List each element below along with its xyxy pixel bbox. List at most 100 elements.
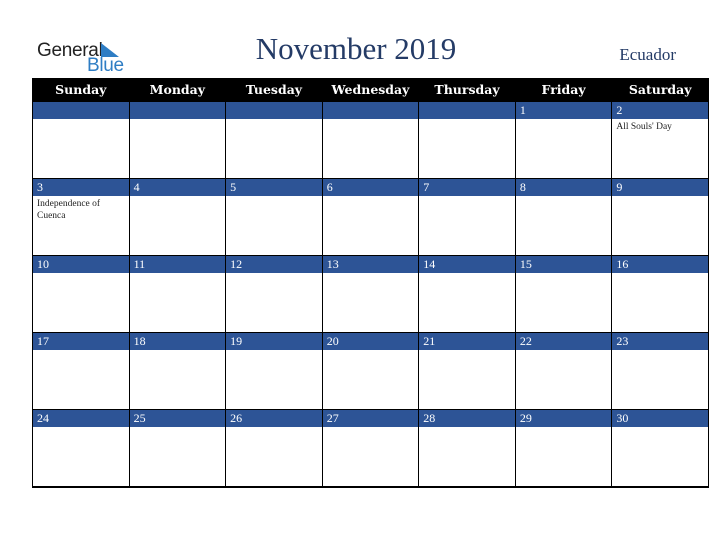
day-cell[interactable]	[418, 101, 516, 179]
weekday-header: Wednesday	[321, 78, 420, 102]
day-cell[interactable]: 16	[611, 255, 709, 333]
day-number: 20	[322, 333, 419, 350]
day-cell[interactable]	[32, 101, 130, 179]
day-cell[interactable]: 28	[418, 409, 516, 488]
day-number: 3	[33, 179, 129, 196]
holiday-label	[516, 350, 602, 354]
day-cell[interactable]: 12	[225, 255, 323, 333]
day-cell[interactable]: 24	[32, 409, 130, 488]
day-cell[interactable]: 1	[514, 101, 613, 179]
day-cell[interactable]: 5	[225, 178, 323, 256]
week-row: 17 18 19 20 21 22 23	[32, 332, 709, 410]
day-cell[interactable]: 10	[32, 255, 130, 333]
day-cell[interactable]: 19	[225, 332, 323, 410]
day-number: 13	[322, 256, 419, 273]
day-cell[interactable]: 2 All Souls' Day	[611, 101, 709, 179]
day-cell[interactable]: 15	[514, 255, 613, 333]
weekday-header: Tuesday	[225, 78, 323, 102]
day-number: 9	[612, 179, 708, 196]
day-cell[interactable]: 26	[225, 409, 323, 488]
day-number: 6	[322, 179, 419, 196]
holiday-label	[33, 427, 119, 431]
day-number: 14	[419, 256, 515, 273]
holiday-label	[516, 196, 602, 200]
day-number: 30	[612, 410, 708, 427]
holiday-label	[419, 119, 505, 123]
day-number: 18	[129, 333, 226, 350]
day-number: 28	[419, 410, 515, 427]
day-cell[interactable]: 22	[514, 332, 613, 410]
day-cell[interactable]: 27	[321, 409, 420, 488]
day-number: 29	[515, 410, 612, 427]
weekday-header: Friday	[514, 78, 613, 102]
day-cell[interactable]: 25	[128, 409, 227, 488]
day-cell[interactable]	[225, 101, 323, 179]
day-cell[interactable]	[321, 101, 420, 179]
day-number: 11	[129, 256, 226, 273]
week-row: 24 25 26 27 28 29 30	[32, 409, 709, 488]
weekday-header: Thursday	[418, 78, 516, 102]
weekday-header: Monday	[128, 78, 227, 102]
weekday-header-row: Sunday Monday Tuesday Wednesday Thursday…	[32, 78, 709, 102]
day-number	[33, 102, 129, 119]
holiday-label	[226, 119, 312, 123]
day-cell[interactable]: 21	[418, 332, 516, 410]
holiday-label: Independence of Cuenca	[37, 199, 101, 221]
day-number: 25	[129, 410, 226, 427]
holiday-label	[323, 273, 409, 277]
day-cell[interactable]: 9	[611, 178, 709, 256]
day-number: 22	[515, 333, 612, 350]
day-number: 24	[33, 410, 129, 427]
day-number: 7	[419, 179, 515, 196]
holiday-label	[419, 273, 505, 277]
holiday-label	[419, 427, 505, 431]
day-number: 26	[226, 410, 322, 427]
weekday-header: Sunday	[32, 78, 130, 102]
holiday-label: All Souls' Day	[616, 122, 672, 132]
day-number: 10	[33, 256, 129, 273]
day-number: 15	[515, 256, 612, 273]
holiday-label	[33, 119, 119, 123]
day-number: 27	[322, 410, 419, 427]
week-row: 3 Independence of Cuenca 4 5 6 7 8 9	[32, 178, 709, 256]
day-cell[interactable]: 11	[128, 255, 227, 333]
day-cell[interactable]: 13	[321, 255, 420, 333]
holiday-label	[323, 196, 409, 200]
holiday-label	[612, 273, 698, 277]
day-cell[interactable]: 17	[32, 332, 130, 410]
holiday-label	[226, 350, 312, 354]
holiday-label	[226, 427, 312, 431]
day-cell[interactable]: 18	[128, 332, 227, 410]
holiday-label	[130, 273, 216, 277]
day-cell[interactable]: 7	[418, 178, 516, 256]
calendar-grid: Sunday Monday Tuesday Wednesday Thursday…	[32, 78, 709, 488]
page-title: November 2019	[255, 31, 457, 66]
day-cell[interactable]: 3 Independence of Cuenca	[32, 178, 130, 256]
day-cell[interactable]: 29	[514, 409, 613, 488]
day-number: 16	[612, 256, 708, 273]
holiday-label	[612, 427, 698, 431]
day-cell[interactable]: 8	[514, 178, 613, 256]
day-cell[interactable]: 14	[418, 255, 516, 333]
day-number: 17	[33, 333, 129, 350]
day-number: 1	[515, 102, 612, 119]
holiday-label	[33, 350, 119, 354]
holiday-label	[130, 427, 216, 431]
holiday-label	[516, 427, 602, 431]
day-number: 19	[226, 333, 322, 350]
holiday-label	[130, 196, 216, 200]
holiday-label	[323, 350, 409, 354]
day-cell[interactable]: 20	[321, 332, 420, 410]
day-number: 23	[612, 333, 708, 350]
day-cell[interactable]: 6	[321, 178, 420, 256]
day-cell[interactable]: 30	[611, 409, 709, 488]
day-cell[interactable]: 23	[611, 332, 709, 410]
day-number: 2	[612, 102, 708, 119]
day-number: 12	[226, 256, 322, 273]
weekday-header: Saturday	[611, 78, 709, 102]
day-number	[226, 102, 322, 119]
week-row: 10 11 12 13 14 15 16	[32, 255, 709, 333]
day-cell[interactable]	[128, 101, 227, 179]
holiday-label	[612, 350, 698, 354]
day-cell[interactable]: 4	[128, 178, 227, 256]
